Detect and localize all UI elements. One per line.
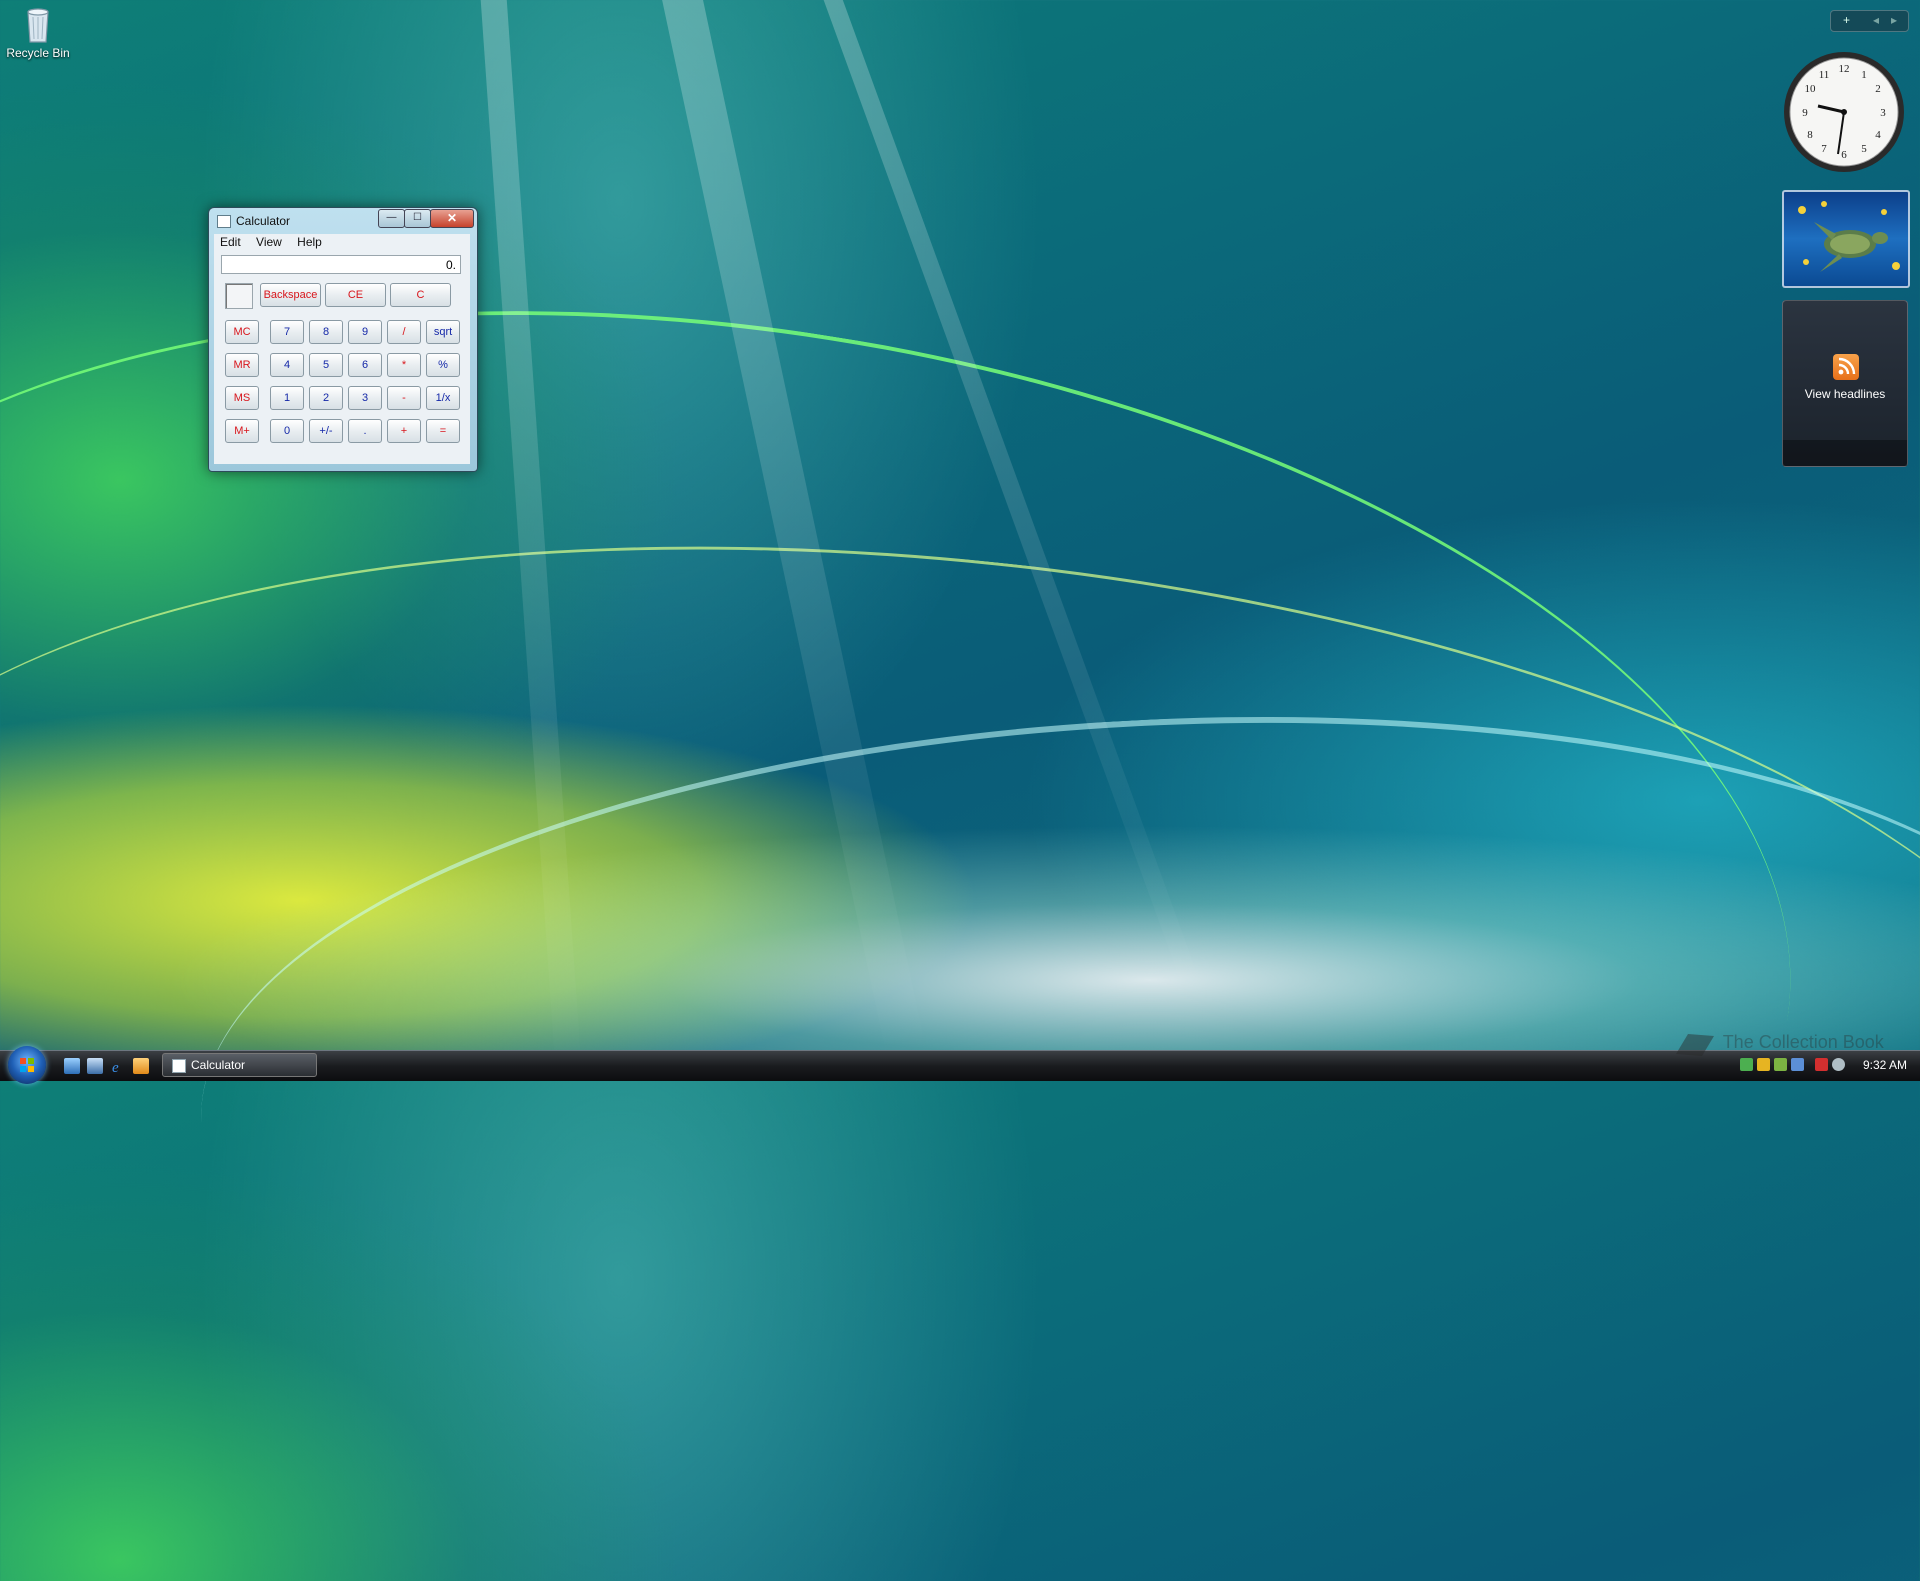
digit-8-button[interactable]: 8 xyxy=(309,320,343,344)
svg-text:4: 4 xyxy=(1875,129,1881,141)
taskbar-calculator-button[interactable]: Calculator xyxy=(162,1053,317,1077)
svg-text:12: 12 xyxy=(1839,63,1850,75)
memory-indicator xyxy=(225,283,253,309)
digit-3-button[interactable]: 3 xyxy=(348,386,382,410)
digit-2-button[interactable]: 2 xyxy=(309,386,343,410)
menu-view[interactable]: View xyxy=(256,235,282,249)
svg-text:11: 11 xyxy=(1819,69,1830,81)
volume-icon[interactable] xyxy=(1832,1058,1845,1071)
multiply-button[interactable]: * xyxy=(387,353,421,377)
feed-headlines-gadget[interactable]: View headlines xyxy=(1782,300,1908,467)
calculator-body: Edit View Help 0. Backspace CE C MC 7 8 … xyxy=(214,234,470,464)
sidebar-controls: + ◂ ▸ xyxy=(1830,10,1909,32)
clear-button[interactable]: C xyxy=(390,283,451,307)
previous-page-button[interactable]: ◂ xyxy=(1873,13,1879,27)
connection-icon[interactable] xyxy=(1791,1058,1804,1071)
next-page-button[interactable]: ▸ xyxy=(1891,13,1897,27)
svg-text:6: 6 xyxy=(1841,149,1847,161)
network-icon[interactable] xyxy=(1740,1058,1753,1071)
digit-1-button[interactable]: 1 xyxy=(270,386,304,410)
percent-button[interactable]: % xyxy=(426,353,460,377)
divide-button[interactable]: / xyxy=(387,320,421,344)
notification-area: 9:32 AM xyxy=(1735,1055,1915,1075)
memory-recall-button[interactable]: MR xyxy=(225,353,259,377)
security-shield-icon[interactable] xyxy=(1757,1058,1770,1071)
svg-text:10: 10 xyxy=(1805,83,1817,95)
wallpaper-ray xyxy=(480,0,583,1088)
clear-entry-button[interactable]: CE xyxy=(325,283,386,307)
memory-store-button[interactable]: MS xyxy=(225,386,259,410)
desktop-icon-recycle-bin[interactable]: Recycle Bin xyxy=(4,2,72,60)
slideshow-gadget[interactable] xyxy=(1782,190,1910,288)
sign-toggle-button[interactable]: +/- xyxy=(309,419,343,443)
subtract-button[interactable]: - xyxy=(387,386,421,410)
digit-5-button[interactable]: 5 xyxy=(309,353,343,377)
add-button[interactable]: + xyxy=(387,419,421,443)
menu-edit[interactable]: Edit xyxy=(220,235,241,249)
close-button[interactable]: ✕ xyxy=(430,209,474,228)
wallpaper-arc xyxy=(0,442,1920,1581)
calculator-display: 0. xyxy=(221,255,461,274)
svg-text:1: 1 xyxy=(1861,69,1867,81)
backspace-button[interactable]: Backspace xyxy=(260,283,321,307)
add-gadget-button[interactable]: + xyxy=(1843,13,1850,27)
decimal-point-button[interactable]: . xyxy=(348,419,382,443)
windows-logo-icon xyxy=(20,1058,34,1072)
wallpaper-ray xyxy=(820,0,1214,1024)
sqrt-button[interactable]: sqrt xyxy=(426,320,460,344)
book-logo-icon xyxy=(1676,1034,1714,1056)
view-headlines-link[interactable]: View headlines xyxy=(1783,387,1907,401)
warning-icon[interactable] xyxy=(1815,1058,1828,1071)
equals-button[interactable]: = xyxy=(426,419,460,443)
sea-turtle-photo xyxy=(1798,201,1900,272)
internet-explorer-icon[interactable]: e xyxy=(110,1058,126,1076)
svg-text:7: 7 xyxy=(1821,143,1827,155)
svg-text:3: 3 xyxy=(1880,107,1886,119)
digit-7-button[interactable]: 7 xyxy=(270,320,304,344)
rss-icon xyxy=(1833,354,1859,380)
update-icon[interactable] xyxy=(1774,1058,1787,1071)
memory-add-button[interactable]: M+ xyxy=(225,419,259,443)
taskbar-button-label: Calculator xyxy=(191,1058,246,1072)
digit-6-button[interactable]: 6 xyxy=(348,353,382,377)
digit-4-button[interactable]: 4 xyxy=(270,353,304,377)
title-bar[interactable]: Calculator — ☐ ✕ xyxy=(209,208,477,232)
watermark-text: The Collection Book xyxy=(1722,1031,1884,1052)
digit-9-button[interactable]: 9 xyxy=(348,320,382,344)
svg-text:8: 8 xyxy=(1807,129,1813,141)
switch-windows-icon[interactable] xyxy=(87,1058,103,1074)
media-player-icon[interactable] xyxy=(133,1058,149,1074)
calculator-window[interactable]: Calculator — ☐ ✕ Edit View Help 0. Backs… xyxy=(208,207,478,472)
svg-text:e: e xyxy=(112,1060,119,1074)
menu-bar: Edit View Help xyxy=(214,234,470,251)
minimize-button[interactable]: — xyxy=(378,209,405,228)
menu-help[interactable]: Help xyxy=(297,235,322,249)
digit-0-button[interactable]: 0 xyxy=(270,419,304,443)
recycle-bin-icon xyxy=(27,8,49,43)
calculator-app-icon xyxy=(217,215,231,228)
calculator-app-icon xyxy=(172,1059,186,1073)
watermark: The Collection Book xyxy=(1672,1028,1902,1058)
svg-text:5: 5 xyxy=(1861,143,1867,155)
reciprocal-button[interactable]: 1/x xyxy=(426,386,460,410)
svg-text:9: 9 xyxy=(1802,107,1808,119)
show-desktop-icon[interactable] xyxy=(64,1058,80,1074)
window-title: Calculator xyxy=(236,214,291,228)
gadget-footer xyxy=(1783,440,1907,466)
taskbar-clock[interactable]: 9:32 AM xyxy=(1863,1058,1907,1072)
memory-clear-button[interactable]: MC xyxy=(225,320,259,344)
clock-gadget[interactable]: 12 12 3 45 6 78 9 1011 xyxy=(1782,50,1906,174)
svg-text:2: 2 xyxy=(1875,83,1881,95)
maximize-button[interactable]: ☐ xyxy=(404,209,431,228)
wallpaper-ray xyxy=(660,0,928,1066)
desktop-icon-label: Recycle Bin xyxy=(6,46,70,60)
start-button[interactable] xyxy=(8,1046,46,1084)
